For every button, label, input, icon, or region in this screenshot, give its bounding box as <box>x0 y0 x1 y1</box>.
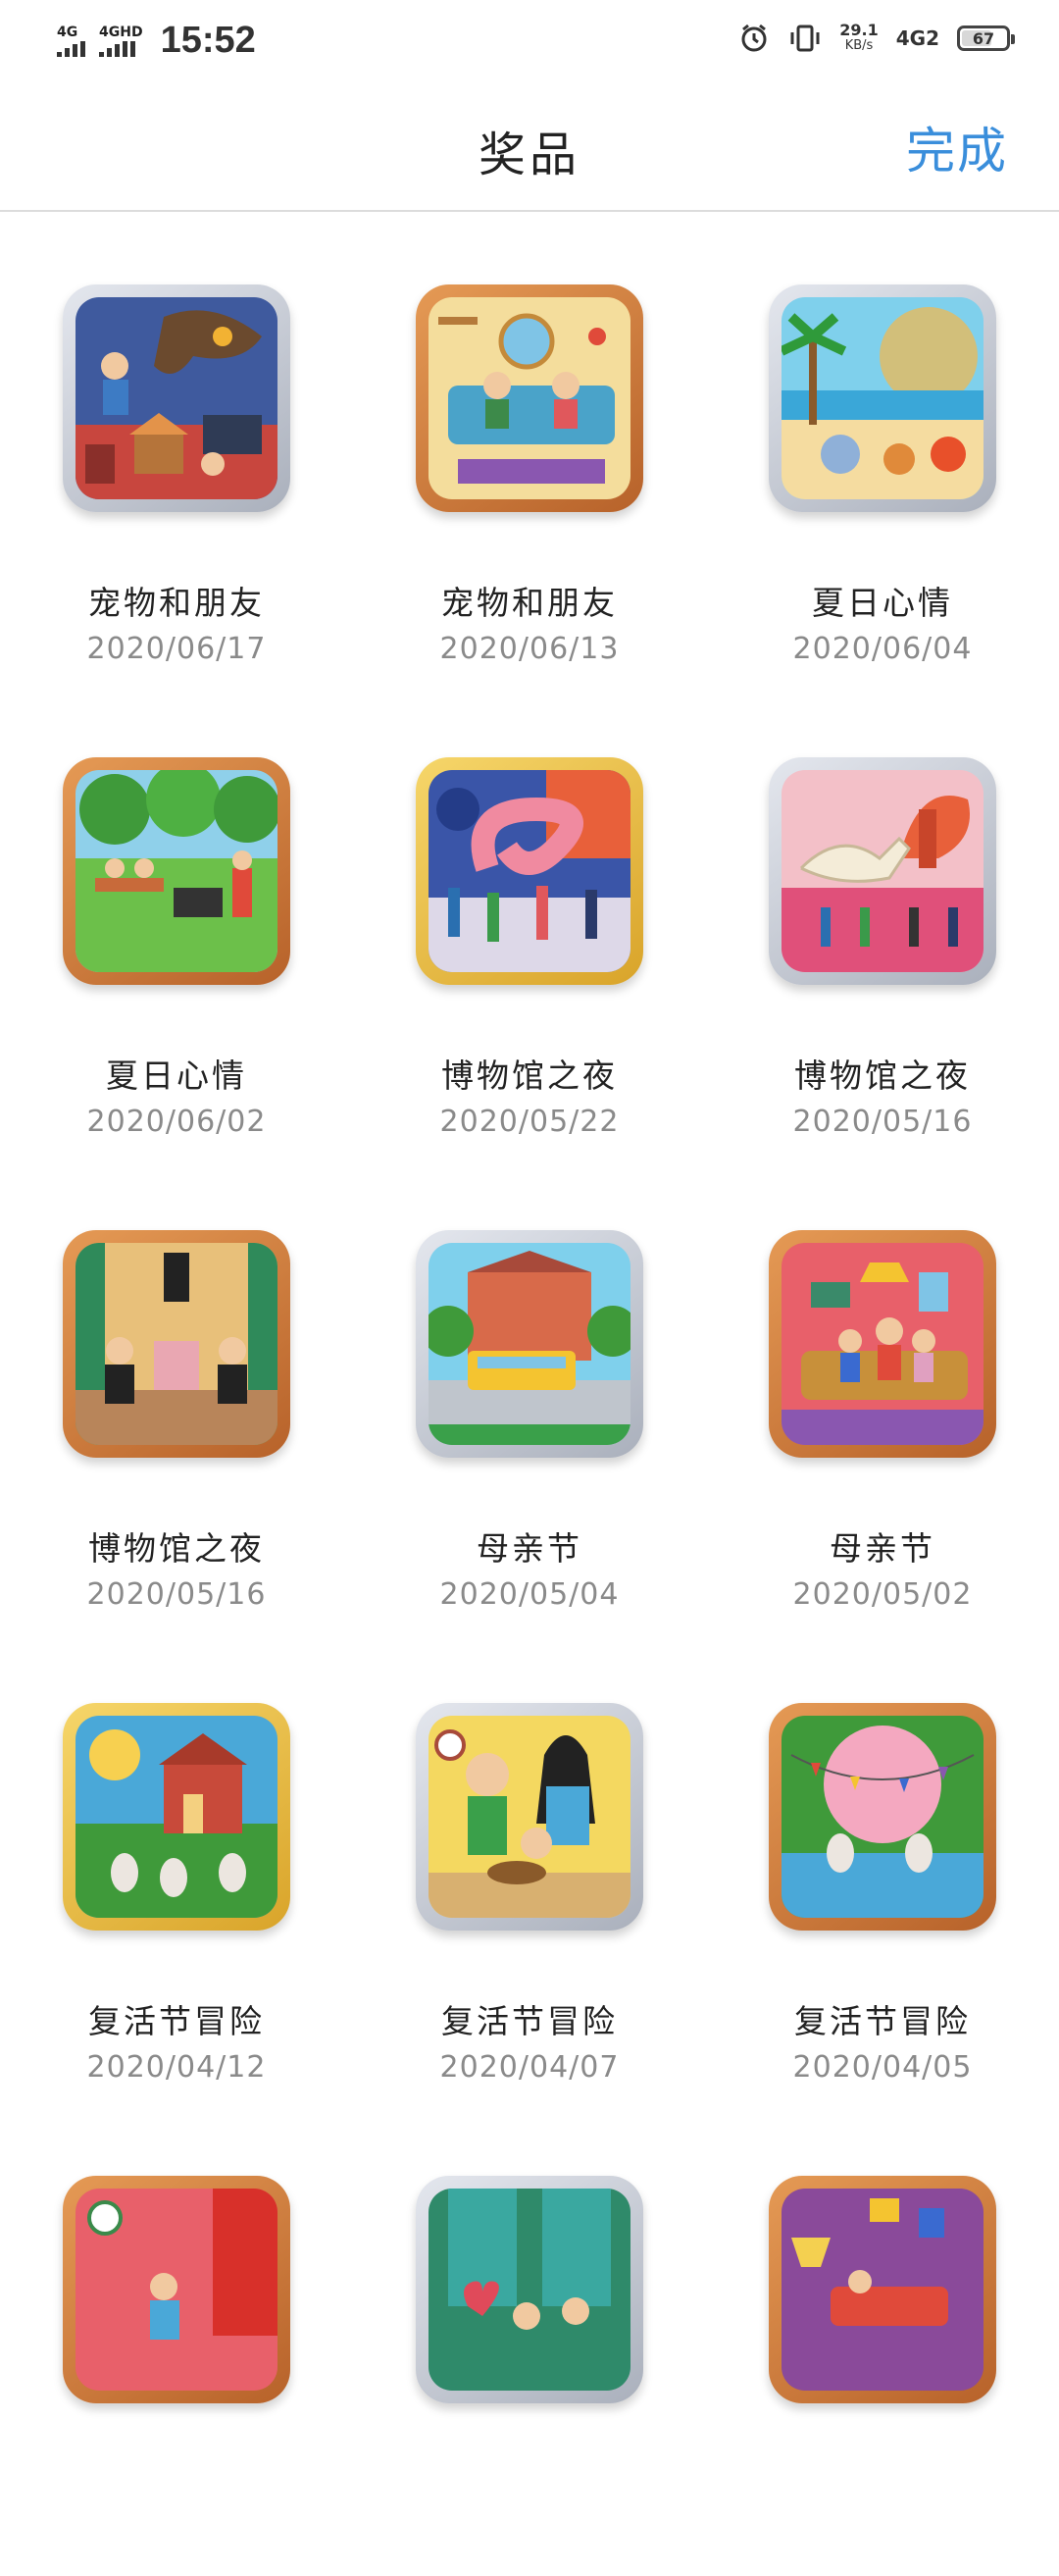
prize-title: 夏日心情 <box>106 1056 247 1095</box>
prize-card[interactable]: 夏日心情 2020/06/04 <box>706 212 1059 685</box>
prize-card[interactable]: 母亲节 2020/05/02 <box>706 1158 1059 1630</box>
header-bar: 奖品 完成 <box>0 82 1059 212</box>
network-indicator-2: 4GHD <box>99 26 143 57</box>
prize-frame <box>63 1703 290 1931</box>
prize-date: 2020/05/22 <box>439 1105 620 1139</box>
prize-thumbnail-easter-party <box>782 1716 983 1918</box>
prize-card[interactable] <box>706 2103 1059 2576</box>
battery-level: 67 <box>972 28 995 48</box>
prize-title: 复活节冒险 <box>794 2002 971 2040</box>
prize-title: 夏日心情 <box>812 584 953 622</box>
prize-card[interactable]: 博物馆之夜 2020/05/22 <box>353 685 706 1158</box>
prize-date: 2020/06/17 <box>86 632 267 666</box>
prize-date: 2020/04/12 <box>86 2050 267 2085</box>
prize-thumbnail-pets-friends <box>76 297 277 499</box>
prize-date: 2020/05/04 <box>439 1577 620 1612</box>
done-button[interactable]: 完成 <box>906 112 1008 182</box>
page-title: 奖品 <box>478 128 580 182</box>
prize-date: 2020/04/05 <box>792 2050 973 2085</box>
prize-thumbnail-summer-mood <box>782 297 983 499</box>
prize-title: 博物馆之夜 <box>88 1529 265 1568</box>
prize-card[interactable]: 宠物和朋友 2020/06/17 <box>0 212 353 685</box>
prize-title: 母亲节 <box>830 1529 935 1568</box>
prize-date: 2020/06/13 <box>439 632 620 666</box>
signal-bars-icon <box>57 40 85 57</box>
vibrate-icon <box>788 22 822 55</box>
prize-card[interactable]: 夏日心情 2020/06/02 <box>0 685 353 1158</box>
prize-card[interactable]: 博物馆之夜 2020/05/16 <box>0 1158 353 1630</box>
prize-thumbnail-mothers-day-family <box>782 1243 983 1445</box>
prize-frame <box>416 1703 643 1931</box>
prize-date: 2020/05/02 <box>792 1577 973 1612</box>
prize-thumbnail-museum-heist <box>76 1243 277 1445</box>
prize-date: 2020/06/04 <box>792 632 973 666</box>
prize-frame <box>769 1703 996 1931</box>
battery-icon: 67 <box>957 26 1015 51</box>
prize-card[interactable]: 博物馆之夜 2020/05/16 <box>706 685 1059 1158</box>
prize-frame <box>769 284 996 512</box>
prize-card[interactable] <box>353 2103 706 2576</box>
prize-date: 2020/05/16 <box>792 1105 973 1139</box>
prize-frame <box>769 757 996 985</box>
prize-frame <box>63 2176 290 2403</box>
network-label-2: 4GHD <box>99 24 143 40</box>
prize-card[interactable] <box>0 2103 353 2576</box>
prize-frame <box>63 757 290 985</box>
prize-card[interactable]: 复活节冒险 2020/04/07 <box>353 1630 706 2103</box>
prize-card[interactable]: 母亲节 2020/05/04 <box>353 1158 706 1630</box>
prize-thumbnail-museum-night <box>429 770 630 972</box>
prize-card[interactable]: 复活节冒险 2020/04/05 <box>706 1630 1059 2103</box>
network-speed: 29.1 KB/s <box>839 23 878 54</box>
prize-thumbnail-room <box>76 2189 277 2391</box>
prize-frame <box>63 1230 290 1458</box>
speed-value: 29.1 <box>839 21 879 39</box>
prize-title: 博物馆之夜 <box>794 1056 971 1095</box>
prize-frame <box>416 1230 643 1458</box>
prize-date: 2020/04/07 <box>439 2050 620 2085</box>
network-label-1: 4G <box>57 24 78 40</box>
prize-title: 宠物和朋友 <box>88 584 265 622</box>
prize-thumbnail-living-room <box>782 2189 983 2391</box>
status-bar: 4G 4GHD 15:52 29.1 KB/s 4G2 67 <box>0 0 1059 82</box>
prize-thumbnail-pets-friends-2 <box>429 297 630 499</box>
prize-card[interactable]: 宠物和朋友 2020/06/13 <box>353 212 706 685</box>
prize-frame <box>416 757 643 985</box>
clock-time: 15:52 <box>160 20 256 61</box>
prize-date: 2020/05/16 <box>86 1577 267 1612</box>
alarm-icon <box>737 22 771 55</box>
signal-bars-icon <box>99 40 135 57</box>
speed-unit: KB/s <box>844 38 874 53</box>
status-right: 29.1 KB/s 4G2 67 <box>737 22 1015 55</box>
prize-title: 母亲节 <box>477 1529 582 1568</box>
prize-thumbnail-valentine <box>429 2189 630 2391</box>
prize-thumbnail-easter-farm <box>76 1716 277 1918</box>
prize-date: 2020/06/02 <box>86 1105 267 1139</box>
prize-thumbnail-easter-family <box>429 1716 630 1918</box>
signal-label: 4G2 <box>895 26 939 50</box>
prize-frame <box>416 284 643 512</box>
prize-thumbnail-museum-dinosaur <box>782 770 983 972</box>
prize-frame <box>416 2176 643 2403</box>
prize-card[interactable]: 复活节冒险 2020/04/12 <box>0 1630 353 2103</box>
prize-title: 复活节冒险 <box>88 2002 265 2040</box>
prize-frame <box>63 284 290 512</box>
network-indicator-1: 4G <box>57 26 85 57</box>
prize-frame <box>769 2176 996 2403</box>
prize-thumbnail-summer-bbq <box>76 770 277 972</box>
prize-thumbnail-mothers-day-school <box>429 1243 630 1445</box>
prize-title: 博物馆之夜 <box>441 1056 618 1095</box>
prize-frame <box>769 1230 996 1458</box>
status-left: 4G 4GHD 15:52 <box>57 20 256 62</box>
prize-title: 宠物和朋友 <box>441 584 618 622</box>
prize-title: 复活节冒险 <box>441 2002 618 2040</box>
